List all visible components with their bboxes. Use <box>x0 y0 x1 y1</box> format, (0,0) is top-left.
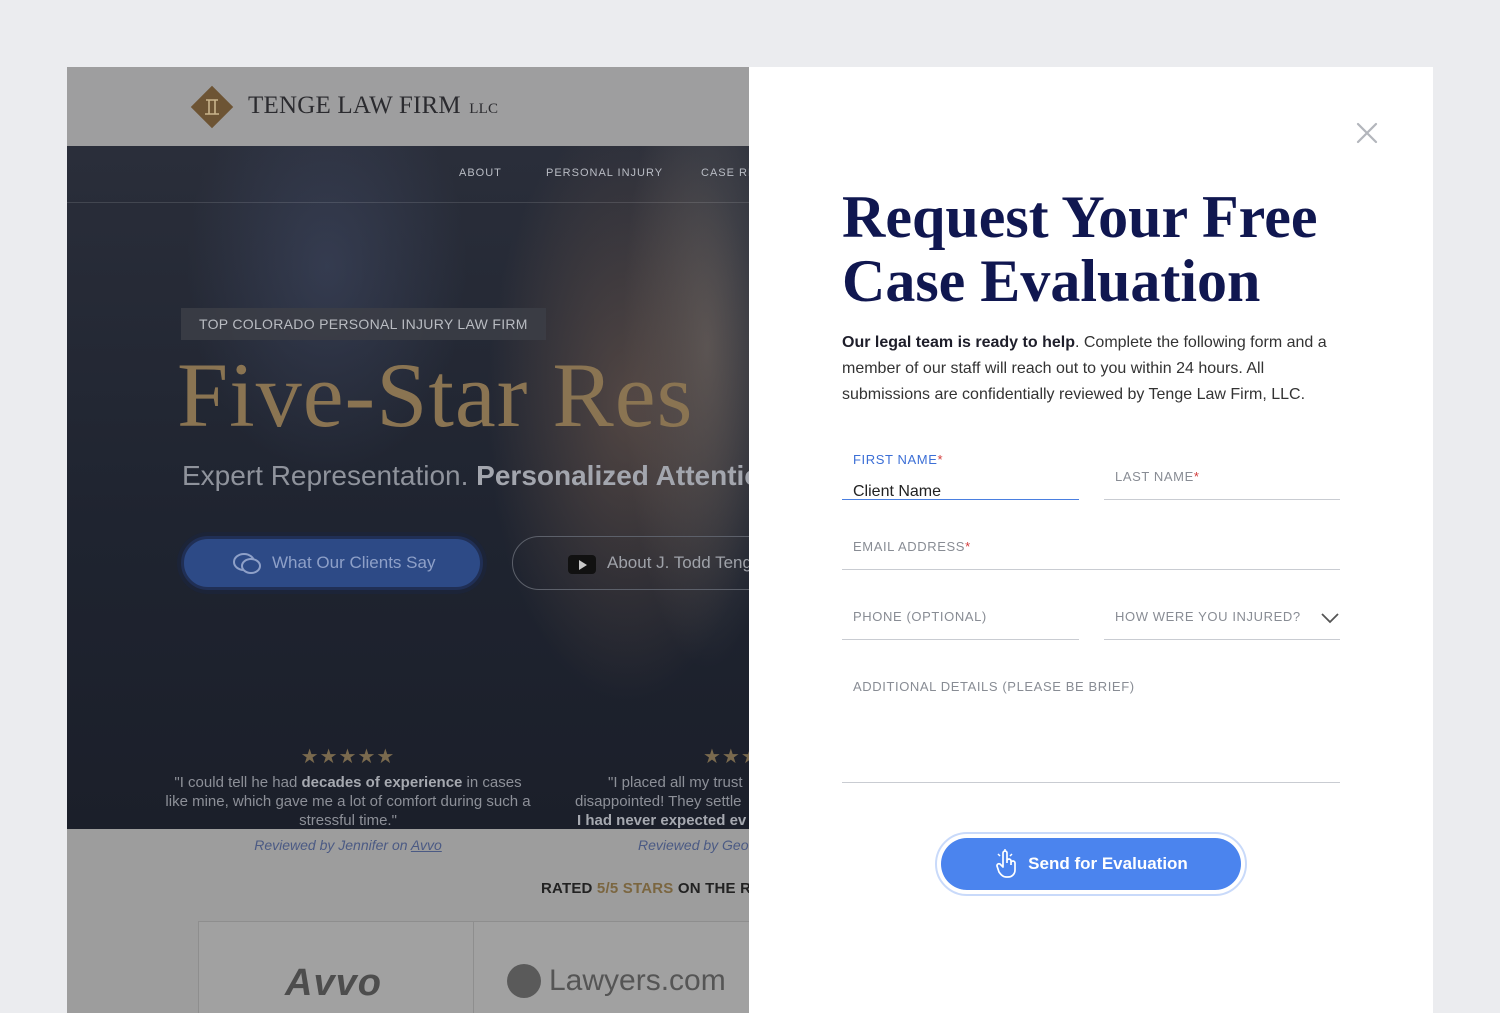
main-nav: ABOUT PERSONAL INJURY CASE RE <box>67 146 749 203</box>
about-video-label: About J. Todd Teng <box>607 553 749 572</box>
hero-eyebrow: TOP COLORADO PERSONAL INJURY LAW FIRM <box>181 308 546 340</box>
lawyers-com-icon <box>507 964 541 998</box>
nav-about[interactable]: ABOUT <box>459 167 502 179</box>
review-badges: Avvo Lawyers.com <box>198 921 749 1013</box>
star-rating: ★★★ <box>703 746 749 768</box>
hero-subtitle-bold: Personalized Attentio <box>476 460 749 491</box>
first-name-field[interactable]: FIRST NAME* Client Name <box>842 447 1079 500</box>
email-label: EMAIL ADDRESS* <box>853 539 971 554</box>
review-text: "I could tell he had decades of experien… <box>165 774 531 829</box>
injury-type-label: HOW WERE YOU INJURED? <box>1115 609 1301 624</box>
about-video-button[interactable]: About J. Todd Teng <box>512 536 749 590</box>
avvo-link[interactable]: Avvo <box>411 837 442 853</box>
review-card: ★★★ "I placed all my trust disappointed!… <box>573 746 749 855</box>
review-card: ★★★★★ "I could tell he had decades of ex… <box>165 746 531 855</box>
review-author: Reviewed by Geo <box>638 837 749 853</box>
email-field[interactable]: EMAIL ADDRESS* <box>842 517 1340 570</box>
youtube-play-icon <box>568 555 596 574</box>
chevron-down-icon <box>1321 613 1339 624</box>
logo-diamond-icon <box>190 85 234 129</box>
star-rating: ★★★★★ <box>300 746 396 768</box>
modal-description: Our legal team is ready to help. Complet… <box>842 334 1327 403</box>
close-icon[interactable] <box>1355 121 1379 145</box>
phone-field[interactable]: PHONE (OPTIONAL) <box>842 587 1079 640</box>
injury-type-select[interactable]: HOW WERE YOU INJURED? <box>1104 587 1340 640</box>
logo-name: TENGE LAW FIRM <box>248 92 461 119</box>
chat-bubbles-icon <box>233 553 261 574</box>
last-name-label: LAST NAME* <box>1115 469 1200 484</box>
avvo-badge[interactable]: Avvo <box>285 962 382 1005</box>
nav-personal-injury[interactable]: PERSONAL INJURY <box>546 167 663 179</box>
hero-title: Five-Star Res <box>177 344 694 446</box>
hero-section: ABOUT PERSONAL INJURY CASE RE TOP COLORA… <box>67 146 749 853</box>
site-header: TENGE LAW FIRM LLC <box>67 67 749 146</box>
logo-text[interactable]: TENGE LAW FIRM LLC <box>248 92 498 120</box>
send-for-evaluation-button[interactable]: Send for Evaluation <box>941 838 1241 890</box>
clients-say-button[interactable]: What Our Clients Say <box>181 536 483 590</box>
hero-subtitle: Expert Representation. Personalized Atte… <box>182 460 749 492</box>
additional-details-label: ADDITIONAL DETAILS (PLEASE BE BRIEF) <box>853 679 1135 694</box>
first-name-value: Client Name <box>853 483 942 500</box>
logo-suffix: LLC <box>469 101 499 117</box>
tap-hand-icon <box>996 849 1017 878</box>
send-button-focus-ring: Send for Evaluation <box>935 832 1247 896</box>
rating-heading: RATED 5/5 STARS ON THE R <box>541 880 749 897</box>
review-text-line: I had never expected ev <box>577 812 747 829</box>
lawyers-com-label: Lawyers.com <box>549 964 726 997</box>
badge-divider <box>473 922 474 1013</box>
lawyers-com-badge[interactable]: Lawyers.com <box>507 964 726 998</box>
additional-details-field[interactable]: ADDITIONAL DETAILS (PLEASE BE BRIEF) <box>842 657 1340 783</box>
review-text-line: disappointed! They settle <box>575 793 742 810</box>
clients-say-label: What Our Clients Say <box>272 553 436 572</box>
case-evaluation-modal: Request Your Free Case Evaluation Our le… <box>749 67 1433 1013</box>
send-button-label: Send for Evaluation <box>1028 854 1188 873</box>
background-website: TENGE LAW FIRM LLC ABOUT PERSONAL INJURY… <box>67 67 749 1013</box>
review-author: Reviewed by Jennifer on Avvo <box>254 837 442 853</box>
hero-subtitle-light: Expert Representation. <box>182 460 469 491</box>
last-name-field[interactable]: LAST NAME* <box>1104 447 1340 500</box>
phone-label: PHONE (OPTIONAL) <box>853 609 987 624</box>
modal-title: Request Your Free Case Evaluation <box>842 184 1318 314</box>
nav-case-results[interactable]: CASE RE <box>701 167 749 179</box>
first-name-label: FIRST NAME* <box>853 452 944 467</box>
review-text-line: "I placed all my trust <box>608 774 743 791</box>
